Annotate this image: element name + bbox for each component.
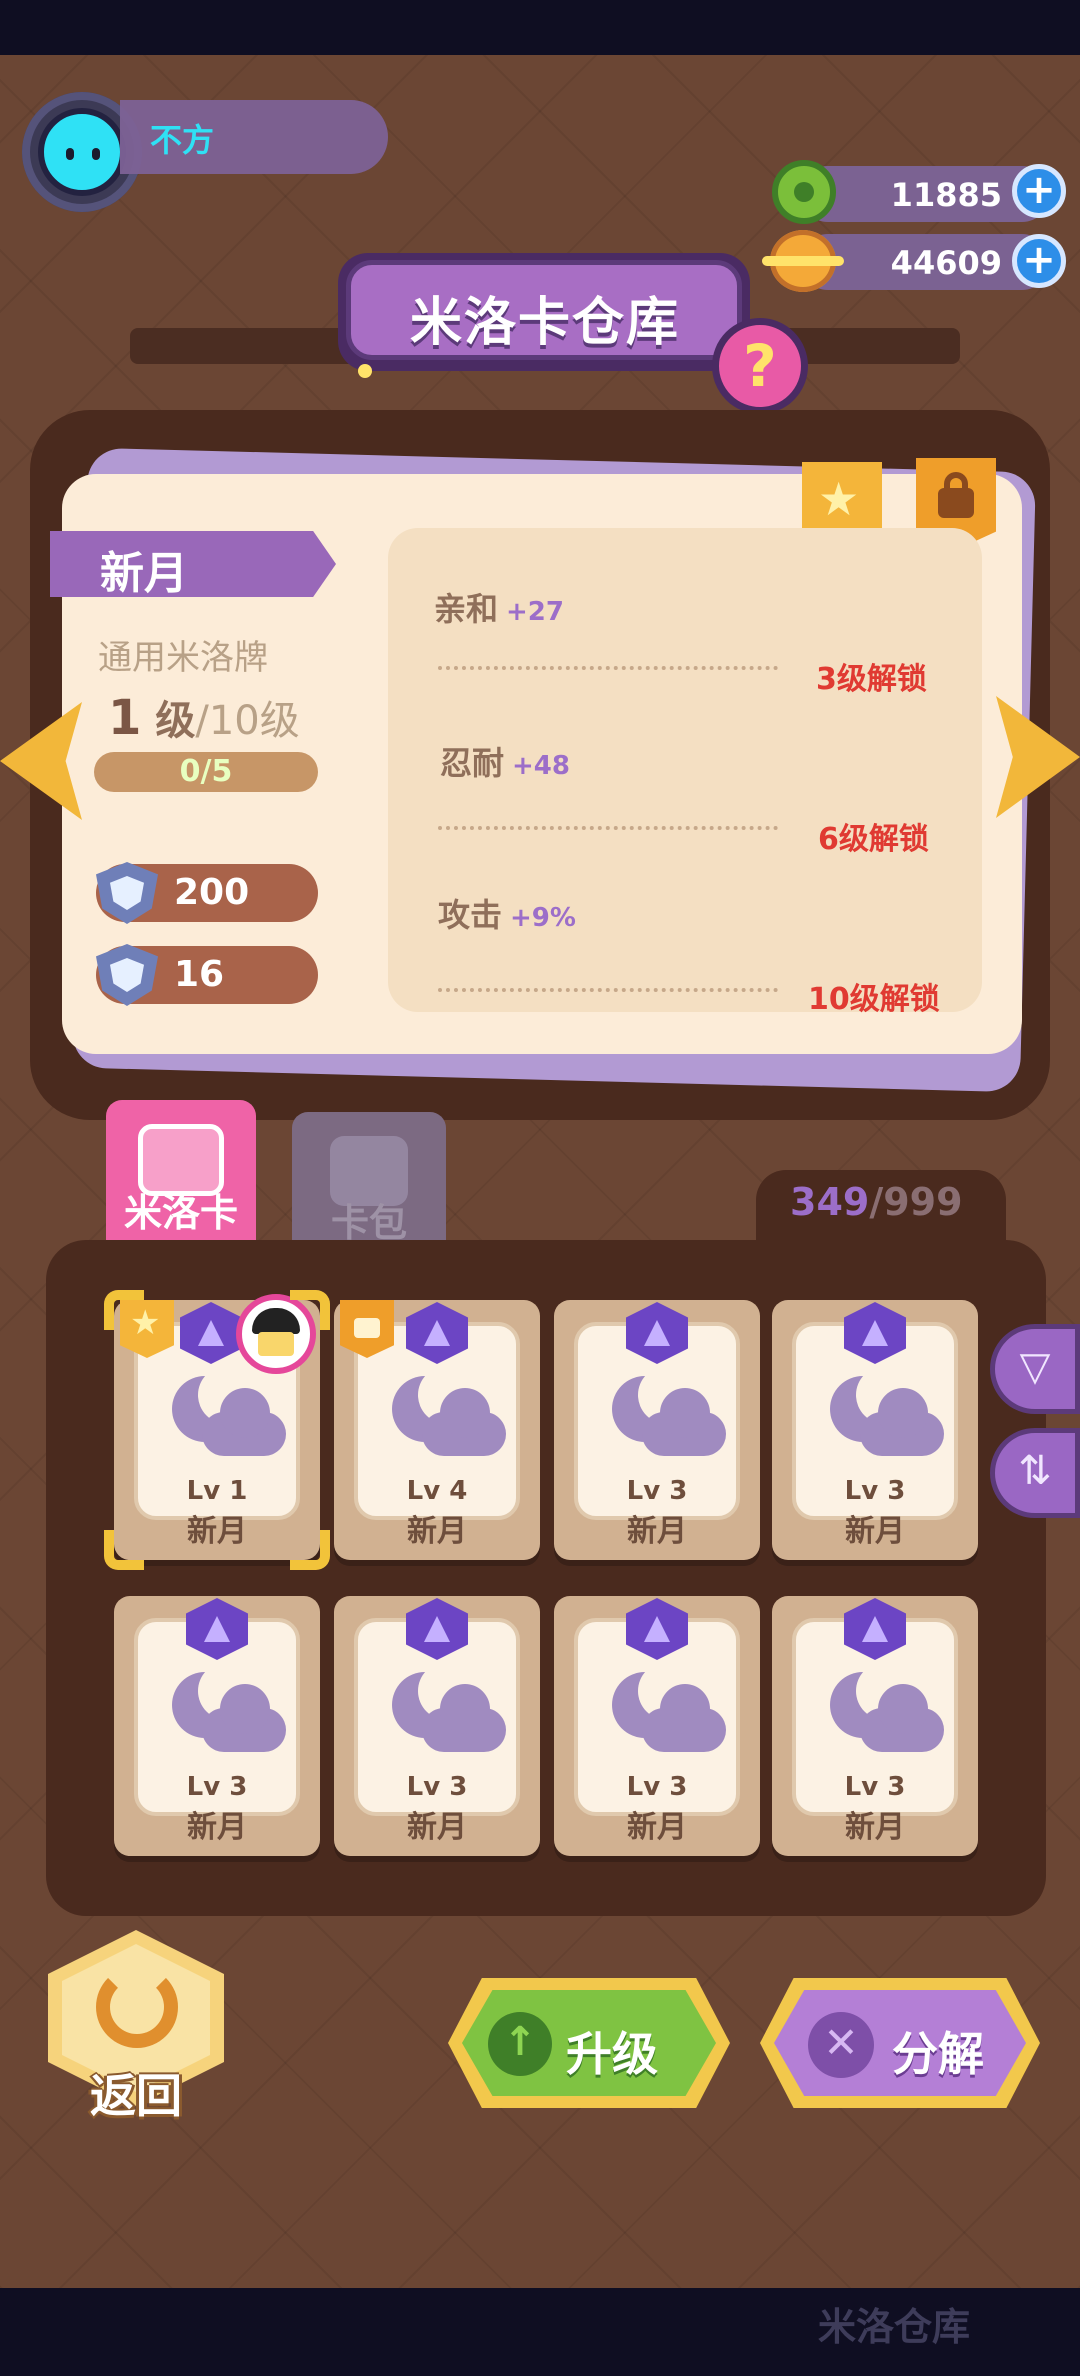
filter-icon: ▽ [1019, 1344, 1051, 1390]
card-slot-level: Lv 3 [186, 1772, 248, 1802]
disassemble-button-label: 分解 [892, 2027, 984, 2081]
inventory-count: 349/999 [790, 1180, 963, 1224]
attribute-unlock-2: 6级解锁 [818, 822, 929, 857]
card-level: 1 级/10级 [108, 688, 300, 746]
sort-button[interactable]: ⇅ [990, 1428, 1080, 1518]
card-slot[interactable]: Lv 3 新月 [334, 1596, 540, 1856]
attribute-divider [438, 826, 778, 830]
selection-corner [290, 1530, 330, 1570]
card-slot-level: Lv 4 [406, 1476, 468, 1506]
level-current-suffix: 级 [155, 698, 196, 744]
card-slot-name: 新月 [627, 1810, 687, 1845]
cloud-icon [202, 1388, 286, 1456]
back-button-label: 返回 [90, 2069, 182, 2123]
card-slot-level: Lv 3 [844, 1476, 906, 1506]
card-slot-level: Lv 1 [186, 1476, 248, 1506]
sort-icon: ⇅ [1018, 1448, 1052, 1494]
attribute-unlock-3: 10级解锁 [808, 982, 940, 1017]
attribute-bonus: +48 [512, 751, 570, 781]
card-slot-level: Lv 3 [626, 1476, 688, 1506]
selection-corner [290, 1290, 330, 1330]
cloud-icon [202, 1684, 286, 1752]
add-currency-2-button[interactable]: + [1012, 234, 1066, 288]
bottom-nav-label[interactable]: 米洛仓库 [818, 2296, 970, 2351]
card-slot[interactable]: Lv 3 新月 [114, 1596, 320, 1856]
level-current: 1 [108, 690, 142, 746]
stat-defense-value: 16 [174, 954, 225, 995]
attribute-bonus: +27 [506, 597, 564, 627]
attribute-row-1: 亲和 +27 [434, 584, 564, 630]
attribute-bonus: +9% [510, 903, 576, 933]
exp-progress-text: 0/5 [179, 754, 233, 789]
cloud-icon [642, 1388, 726, 1456]
card-slot[interactable]: Lv 3 新月 [772, 1596, 978, 1856]
card-slot[interactable]: Lv 3 新月 [554, 1596, 760, 1856]
card-slot-name: 新月 [407, 1810, 467, 1845]
cloud-icon [422, 1684, 506, 1752]
attribute-unlock-1: 3级解锁 [816, 662, 927, 697]
attribute-divider [438, 988, 778, 992]
card-slot[interactable]: Lv 1 新月 ★ [104, 1290, 330, 1570]
tab-card-pack-label: 卡包 [330, 1201, 407, 1245]
inventory-count-value: 349 [790, 1180, 870, 1224]
page-title: 米洛卡仓库 [410, 293, 681, 353]
upgrade-button-label: 升级 [566, 2027, 658, 2081]
card-slot-name: 新月 [845, 1810, 905, 1845]
cloud-icon [422, 1388, 506, 1456]
card-slot-name: 新月 [845, 1514, 905, 1549]
attribute-name: 攻击 [438, 896, 503, 934]
cloud-icon [860, 1388, 944, 1456]
attribute-row-3: 攻击 +9% [438, 890, 576, 936]
card-slot-level: Lv 3 [406, 1772, 468, 1802]
help-button[interactable]: ? [712, 318, 808, 414]
star-icon: ★ [818, 472, 860, 526]
card-slot[interactable]: Lv 4 新月 [334, 1300, 540, 1560]
inventory-capacity: /999 [869, 1180, 963, 1224]
currency-amount-1: 11885 [890, 176, 1002, 214]
add-currency-1-button[interactable]: + [1012, 164, 1066, 218]
attribute-row-2: 忍耐 +48 [440, 738, 570, 784]
close-icon: ✕ [808, 2012, 874, 2078]
card-slot-name: 新月 [627, 1514, 687, 1549]
card-slot-level: Lv 3 [844, 1772, 906, 1802]
selection-corner [104, 1530, 144, 1570]
cat-avatar-icon [38, 108, 126, 196]
card-name: 新月 [100, 548, 188, 599]
card-slot[interactable]: Lv 3 新月 [554, 1300, 760, 1560]
tab-milo-card-label: 米洛卡 [123, 1191, 238, 1235]
card-slot-name: 新月 [187, 1810, 247, 1845]
card-slot[interactable]: Lv 3 新月 [772, 1300, 978, 1560]
selection-corner [104, 1290, 144, 1330]
level-max: /10级 [195, 698, 300, 744]
filter-button[interactable]: ▽ [990, 1324, 1080, 1414]
card-type: 通用米洛牌 [98, 638, 268, 678]
cloud-icon [860, 1684, 944, 1752]
title-dot [358, 364, 372, 378]
attribute-name: 亲和 [434, 590, 499, 628]
up-arrow-icon: ↑ [488, 2012, 552, 2076]
currency-amount-2: 44609 [890, 244, 1002, 282]
stat-hp-value: 200 [174, 872, 250, 913]
return-arrow-icon [96, 1966, 178, 2048]
attribute-name: 忍耐 [440, 744, 505, 782]
card-slot-level: Lv 3 [626, 1772, 688, 1802]
cloud-icon [642, 1684, 726, 1752]
attribute-divider [438, 666, 778, 670]
card-name-ribbon [50, 531, 336, 597]
player-name: 不方 [150, 121, 215, 159]
card-slot-name: 新月 [407, 1514, 467, 1549]
